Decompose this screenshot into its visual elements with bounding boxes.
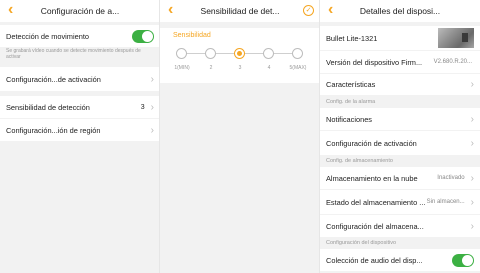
cloud-storage-value: Inactivado (437, 175, 465, 181)
section-label-storage: Config. de almacenamiento (326, 158, 393, 164)
sensitivity-level-3[interactable] (234, 48, 245, 59)
sensitivity-card: Sensibilidad 1(MIN) 2 3 4 5(MAX) (160, 28, 320, 83)
sensitivity-row[interactable]: Sensibilidad de detección 3 › (0, 96, 160, 118)
confirm-check-icon[interactable]: ✓ (303, 5, 314, 16)
level-label: 5(MAX) (289, 65, 307, 71)
back-icon[interactable] (168, 5, 178, 17)
chevron-right-icon: › (470, 220, 474, 232)
audio-collection-toggle[interactable] (452, 253, 474, 267)
sensitivity-level-2[interactable] (205, 48, 216, 59)
motion-detection-label: Detección de movimiento (6, 31, 89, 41)
activation-config-label: Configuración de activación (326, 138, 417, 148)
chevron-right-icon: › (150, 101, 154, 113)
section-label-alarm: Config. de la alarma (326, 99, 376, 105)
region-settings-row[interactable]: Configuración...ión de región › (0, 119, 160, 141)
level-label: 2 (209, 65, 213, 71)
device-details-screen: Detalles del disposi... Bullet Lite-1321… (320, 0, 480, 273)
audio-collection-label: Colección de audio del disp... (326, 255, 423, 265)
sensitivity-section-title: Sensibilidad (173, 32, 211, 39)
header: Sensibilidad de det... ✓ (160, 0, 320, 22)
motion-detection-toggle[interactable] (132, 29, 154, 43)
level-label: 3 (238, 65, 242, 71)
storage-state-label: Estado del almacenamiento ... (326, 197, 426, 207)
features-row[interactable]: Características › (320, 74, 480, 95)
activation-settings-label: Configuración...de activación (6, 74, 101, 84)
section-label-device: Configuración del dispositivo (326, 240, 397, 246)
chevron-right-icon: › (470, 79, 474, 90)
notifications-label: Notificaciones (326, 114, 373, 124)
firmware-value: V2.680.R.20... (433, 59, 472, 65)
header: Configuración de a... (0, 0, 160, 22)
storage-config-row[interactable]: Configuración del almacena... › (320, 215, 480, 237)
region-settings-label: Configuración...ión de región (6, 125, 101, 135)
chevron-right-icon: › (470, 113, 474, 125)
storage-state-row[interactable]: Estado del almacenamiento ... Sin almace… (320, 190, 480, 214)
page-title: Sensibilidad de det... (200, 6, 280, 16)
level-label: 4 (267, 65, 271, 71)
motion-detection-note: Se grabará vídeo cuando se detecte movim… (6, 48, 141, 60)
sensitivity-level-1[interactable] (176, 48, 187, 59)
cloud-storage-row[interactable]: Almacenamiento en la nube Inactivado › (320, 167, 480, 189)
cloud-storage-label: Almacenamiento en la nube (326, 173, 418, 183)
chevron-right-icon: › (470, 137, 474, 149)
sensitivity-level-4[interactable] (263, 48, 274, 59)
activation-config-row[interactable]: Configuración de activación › (320, 131, 480, 155)
camera-thumbnail[interactable] (438, 28, 474, 48)
storage-config-label: Configuración del almacena... (326, 221, 424, 231)
device-name-row[interactable]: Bullet Lite-1321 (320, 26, 480, 50)
sensitivity-screen: Sensibilidad de det... ✓ Sensibilidad 1(… (160, 0, 320, 273)
audio-collection-row: Colección de audio del disp... (320, 249, 480, 271)
motion-detection-settings-screen: Configuración de a... Detección de movim… (0, 0, 160, 273)
sensitivity-label: Sensibilidad de detección (6, 102, 90, 112)
chevron-right-icon: › (470, 196, 474, 208)
activation-settings-row[interactable]: Configuración...de activación › (0, 67, 160, 91)
sensitivity-level-5[interactable] (292, 48, 303, 59)
motion-detection-row: Detección de movimiento (0, 25, 160, 47)
level-label: 1(MIN) (174, 65, 190, 71)
storage-state-value: Sin almacen... (426, 199, 465, 205)
device-name: Bullet Lite-1321 (326, 33, 378, 43)
header: Detalles del disposi... (320, 0, 480, 22)
firmware-row[interactable]: Versión del dispositivo Firm... V2.680.R… (320, 51, 480, 73)
features-label: Características (326, 80, 376, 89)
back-icon[interactable] (328, 5, 338, 17)
chevron-right-icon: › (150, 73, 154, 85)
chevron-right-icon: › (470, 172, 474, 184)
page-title: Detalles del disposi... (359, 6, 441, 16)
notifications-row[interactable]: Notificaciones › (320, 108, 480, 130)
back-icon[interactable] (8, 5, 18, 17)
sensitivity-value: 3 (140, 103, 145, 111)
page-title: Configuración de a... (40, 6, 120, 16)
chevron-right-icon: › (150, 124, 154, 136)
firmware-label: Versión del dispositivo Firm... (326, 57, 423, 67)
